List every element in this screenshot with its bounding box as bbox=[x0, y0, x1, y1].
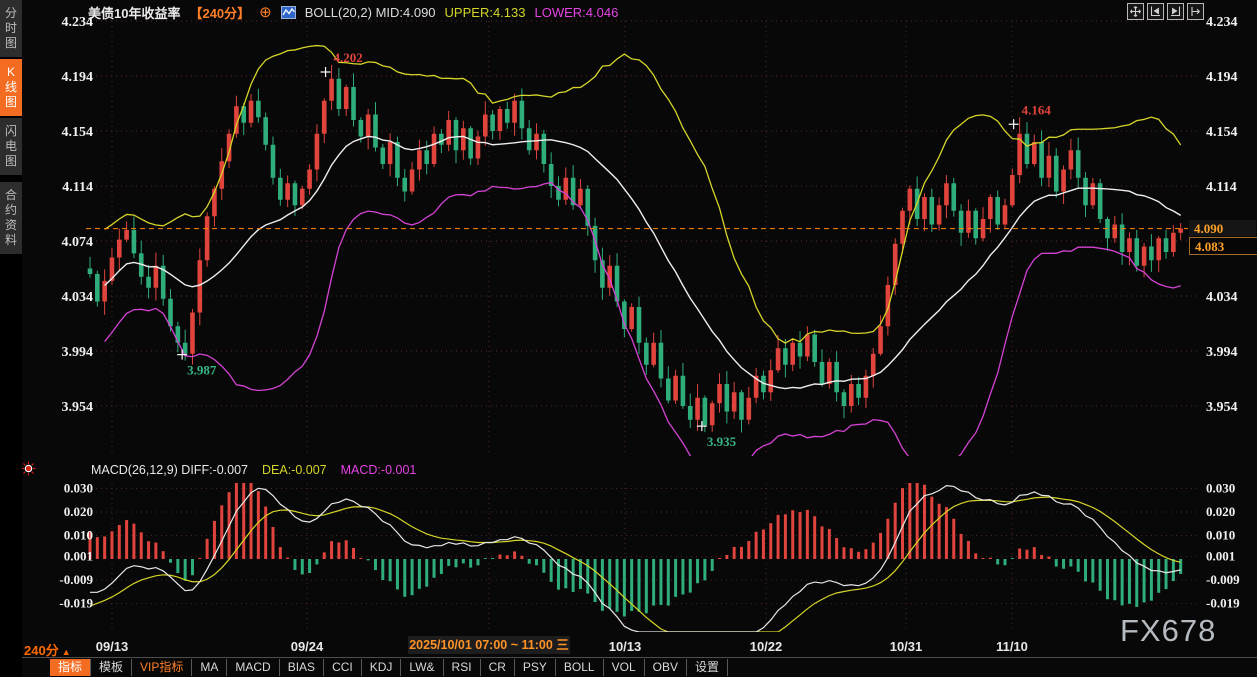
sidebar-tab[interactable]: 闪电图 bbox=[0, 118, 22, 175]
macd-dea-label: DEA:-0.007 bbox=[262, 463, 327, 477]
svg-text:10/13: 10/13 bbox=[609, 639, 642, 654]
up-triangle-icon: ▲ bbox=[62, 647, 71, 657]
boll-lower-label: LOWER:4.046 bbox=[534, 5, 618, 20]
topbar: 美债10年收益率 【240分】 ⊕ BOLL(20,2) MID:4.090 U… bbox=[88, 3, 618, 22]
svg-text:3.994: 3.994 bbox=[62, 345, 94, 360]
toolbar-item[interactable]: 指标 bbox=[50, 659, 91, 676]
last-price-tag: 4.083 bbox=[1189, 237, 1257, 255]
toolbar-item[interactable]: VIP指标 bbox=[132, 659, 192, 676]
fx678-watermark: FX678 bbox=[1120, 613, 1216, 649]
goto-latest-icon[interactable] bbox=[1187, 3, 1204, 20]
add-indicator-icon[interactable]: ⊕ bbox=[259, 6, 272, 19]
svg-text:4.234: 4.234 bbox=[1206, 15, 1238, 30]
toolbar-item[interactable]: RSI bbox=[444, 659, 481, 676]
macd-value-label: MACD:-0.001 bbox=[341, 463, 417, 477]
price-chart-canvas[interactable]: 3.9874.2023.9354.1644.2344.2344.1944.194… bbox=[0, 0, 1257, 677]
svg-text:-0.019: -0.019 bbox=[1206, 596, 1240, 611]
svg-text:11/10: 11/10 bbox=[996, 639, 1028, 654]
svg-text:3.935: 3.935 bbox=[707, 434, 737, 449]
toolbar-item[interactable]: MACD bbox=[227, 659, 279, 676]
svg-text:4.194: 4.194 bbox=[62, 70, 94, 85]
svg-text:4.034: 4.034 bbox=[62, 290, 94, 305]
toolbar-item[interactable]: BIAS bbox=[280, 659, 324, 676]
svg-text:-0.019: -0.019 bbox=[59, 596, 93, 611]
toolbar-item[interactable]: OBV bbox=[645, 659, 687, 676]
mid-price-tag: 4.090 bbox=[1189, 220, 1256, 236]
svg-text:4.154: 4.154 bbox=[1206, 125, 1238, 140]
svg-text:4.164: 4.164 bbox=[1022, 102, 1052, 117]
toolbar-item[interactable]: 设置 bbox=[687, 659, 728, 676]
svg-text:-0.009: -0.009 bbox=[59, 572, 93, 587]
svg-text:0.010: 0.010 bbox=[1206, 528, 1235, 543]
period-tag: 【240分】 bbox=[189, 3, 250, 22]
indicator-toolbar: 指标 模板 VIP指标 MA MACD BIAS CCI KDJ LW& RSI… bbox=[50, 658, 728, 677]
chart-title: 美债10年收益率 bbox=[88, 3, 180, 22]
svg-text:3.954: 3.954 bbox=[62, 400, 94, 415]
toolbar-item[interactable]: VOL bbox=[604, 659, 645, 676]
svg-text:4.114: 4.114 bbox=[1206, 180, 1237, 195]
toolbar-item[interactable]: CCI bbox=[324, 659, 362, 676]
toolbar-item[interactable]: BOLL bbox=[556, 659, 604, 676]
boll-upper-label: UPPER:4.133 bbox=[445, 5, 526, 20]
svg-text:4.154: 4.154 bbox=[62, 125, 94, 140]
macd-label-row: MACD(26,12,9) DIFF:-0.007 DEA:-0.007 MAC… bbox=[91, 463, 416, 477]
pan-icon[interactable] bbox=[1127, 3, 1144, 20]
svg-text:0.030: 0.030 bbox=[1206, 481, 1235, 496]
svg-text:4.034: 4.034 bbox=[1206, 290, 1238, 305]
app-window: 3.9874.2023.9354.1644.2344.2344.1944.194… bbox=[0, 0, 1257, 677]
sidebar-tab[interactable]: 分时图 bbox=[0, 0, 22, 57]
sidebar: 分时图 K线图 闪电图 合约资料 bbox=[0, 0, 22, 677]
svg-text:0.001: 0.001 bbox=[1206, 549, 1235, 564]
svg-text:4.074: 4.074 bbox=[62, 235, 94, 250]
svg-text:0.020: 0.020 bbox=[64, 504, 93, 519]
svg-text:4.202: 4.202 bbox=[334, 50, 363, 65]
zoom-in-icon[interactable] bbox=[1167, 3, 1184, 20]
boll-label: BOLL(20,2) MID:4.090 bbox=[305, 5, 436, 20]
svg-text:3.954: 3.954 bbox=[1206, 400, 1238, 415]
chart-tool-icons bbox=[1127, 3, 1204, 20]
highlighted-date-label: 2025/10/01 07:00 ~ 11:00 三 bbox=[408, 636, 570, 654]
sidebar-tab[interactable]: K线图 bbox=[0, 59, 22, 116]
svg-text:10/22: 10/22 bbox=[750, 639, 783, 654]
alarm-icon[interactable] bbox=[21, 461, 36, 481]
svg-text:4.114: 4.114 bbox=[62, 180, 93, 195]
toolbar-item[interactable]: 模板 bbox=[91, 659, 132, 676]
svg-text:0.001: 0.001 bbox=[64, 549, 93, 564]
svg-text:4.194: 4.194 bbox=[1206, 70, 1238, 85]
svg-text:-0.009: -0.009 bbox=[1206, 572, 1240, 587]
svg-text:10/31: 10/31 bbox=[890, 639, 923, 654]
sidebar-tab[interactable]: 合约资料 bbox=[0, 182, 22, 254]
toolbar-item[interactable]: LW& bbox=[401, 659, 443, 676]
zoom-out-icon[interactable] bbox=[1147, 3, 1164, 20]
line-chart-icon[interactable] bbox=[281, 6, 296, 19]
svg-text:0.030: 0.030 bbox=[64, 481, 93, 496]
toolbar-item[interactable]: KDJ bbox=[362, 659, 402, 676]
toolbar-item[interactable]: CR bbox=[481, 659, 515, 676]
svg-text:3.987: 3.987 bbox=[187, 363, 217, 378]
svg-text:09/13: 09/13 bbox=[96, 639, 129, 654]
svg-text:3.994: 3.994 bbox=[1206, 345, 1238, 360]
svg-text:09/24: 09/24 bbox=[291, 639, 324, 654]
toolbar-item[interactable]: MA bbox=[192, 659, 227, 676]
svg-text:0.010: 0.010 bbox=[64, 528, 93, 543]
svg-text:0.020: 0.020 bbox=[1206, 504, 1235, 519]
macd-diff-label: MACD(26,12,9) DIFF:-0.007 bbox=[91, 463, 248, 477]
toolbar-item[interactable]: PSY bbox=[515, 659, 556, 676]
